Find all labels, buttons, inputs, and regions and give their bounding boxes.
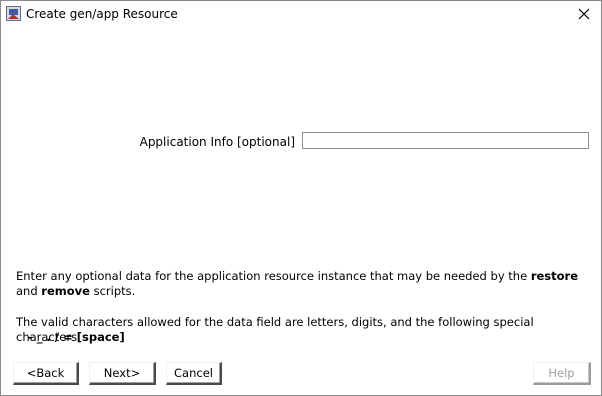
application-info-input[interactable]	[302, 132, 589, 149]
description-part-2: and	[16, 284, 42, 298]
next-button[interactable]: Next>	[89, 362, 156, 385]
restore-keyword: restore	[530, 269, 578, 283]
dialog-window: Create gen/app Resource Application Info…	[0, 0, 602, 396]
application-info-label: Application Info [optional]	[139, 135, 295, 149]
app-icon	[6, 6, 21, 21]
description-text: Enter any optional data for the applicat…	[16, 269, 586, 299]
help-button[interactable]: Help	[533, 362, 591, 385]
close-button[interactable]	[571, 2, 597, 26]
title-bar[interactable]: Create gen/app Resource	[1, 1, 601, 27]
cancel-button[interactable]: Cancel	[166, 362, 222, 385]
description-part-3: scripts.	[89, 284, 136, 298]
close-icon	[578, 8, 590, 20]
back-button[interactable]: <Back	[13, 362, 79, 385]
window-title: Create gen/app Resource	[26, 7, 178, 21]
special-characters-list: - _ . / = [space]	[28, 330, 125, 344]
remove-keyword: remove	[41, 284, 90, 298]
description-part-1: Enter any optional data for the applicat…	[16, 269, 531, 283]
